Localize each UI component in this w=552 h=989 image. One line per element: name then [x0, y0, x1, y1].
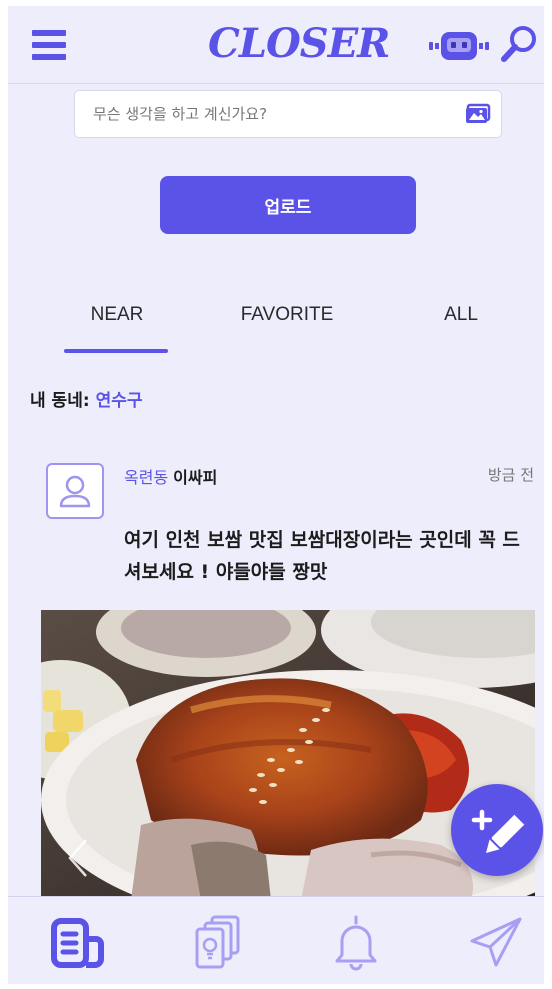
photo-prev-arrow-icon[interactable] — [66, 836, 90, 880]
feed-icon[interactable] — [48, 915, 108, 971]
post-composer — [74, 90, 502, 138]
tab-all[interactable]: ALL — [426, 298, 496, 332]
post-time: 방금 전 — [487, 466, 534, 484]
tab-near[interactable]: NEAR — [64, 298, 170, 332]
send-icon[interactable] — [466, 915, 526, 971]
my-region: 내 동네: 연수구 — [30, 386, 142, 411]
region-name[interactable]: 연수구 — [96, 391, 143, 411]
app-header: CLOSER — [8, 6, 544, 84]
post-author: 옥련동 이싸피 — [124, 464, 217, 488]
region-prefix: 내 동네: — [30, 391, 96, 411]
robot-icon[interactable] — [428, 28, 490, 64]
image-icon[interactable] — [465, 103, 491, 125]
active-tab-indicator — [64, 349, 168, 353]
app-logo: CLOSER — [208, 20, 390, 67]
write-plus-icon — [471, 809, 528, 853]
post-input[interactable] — [75, 91, 455, 137]
avatar[interactable] — [46, 463, 104, 519]
bottom-navigation — [8, 896, 544, 984]
author-dong: 옥련동 — [124, 468, 169, 487]
bell-icon[interactable] — [326, 915, 386, 971]
post-text: 여기 인천 보쌈 맛집 보쌈대장이라는 곳인데 꼭 드셔보세요 ! 야들야들 짱… — [124, 529, 520, 583]
cards-icon[interactable] — [186, 915, 246, 971]
author-nickname[interactable]: 이싸피 — [173, 468, 217, 487]
app-screen: CLOSER 무슨 생각을 하고 계신가요? 업로드 NEAR FAVORITE… — [8, 6, 544, 984]
write-post-button[interactable] — [451, 784, 543, 876]
search-icon[interactable] — [498, 22, 542, 66]
upload-button[interactable]: 업로드 — [160, 176, 416, 234]
tab-favorite[interactable]: FAVORITE — [222, 298, 352, 332]
hamburger-menu-icon[interactable] — [32, 28, 68, 62]
